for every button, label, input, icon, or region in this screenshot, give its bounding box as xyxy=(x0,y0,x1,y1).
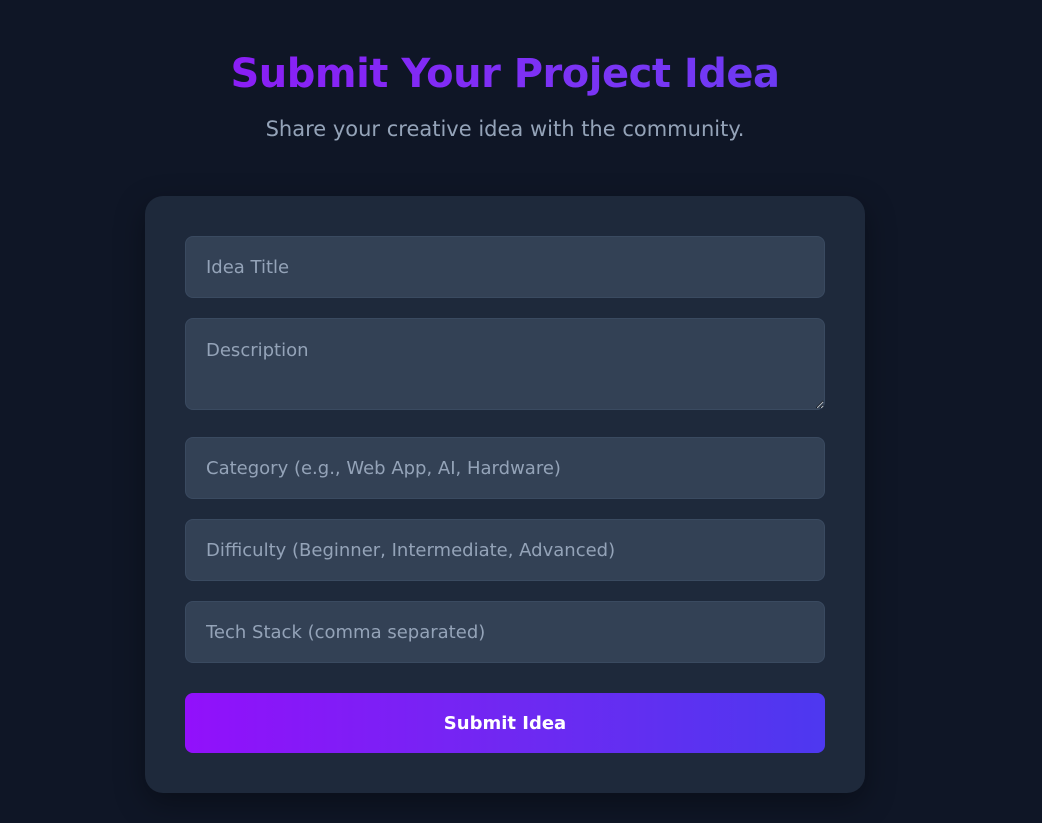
page-title: Submit Your Project Idea xyxy=(0,48,1010,100)
category-input[interactable] xyxy=(185,437,825,499)
submit-idea-button[interactable]: Submit Idea xyxy=(185,693,825,753)
idea-title-input[interactable] xyxy=(185,236,825,298)
page: Submit Your Project Idea Share your crea… xyxy=(0,0,1042,823)
difficulty-input[interactable] xyxy=(185,519,825,581)
page-subtitle: Share your creative idea with the commun… xyxy=(265,117,745,141)
tech-stack-input[interactable] xyxy=(185,601,825,663)
description-textarea[interactable] xyxy=(185,318,825,410)
idea-form-card: Submit Idea xyxy=(145,196,865,793)
